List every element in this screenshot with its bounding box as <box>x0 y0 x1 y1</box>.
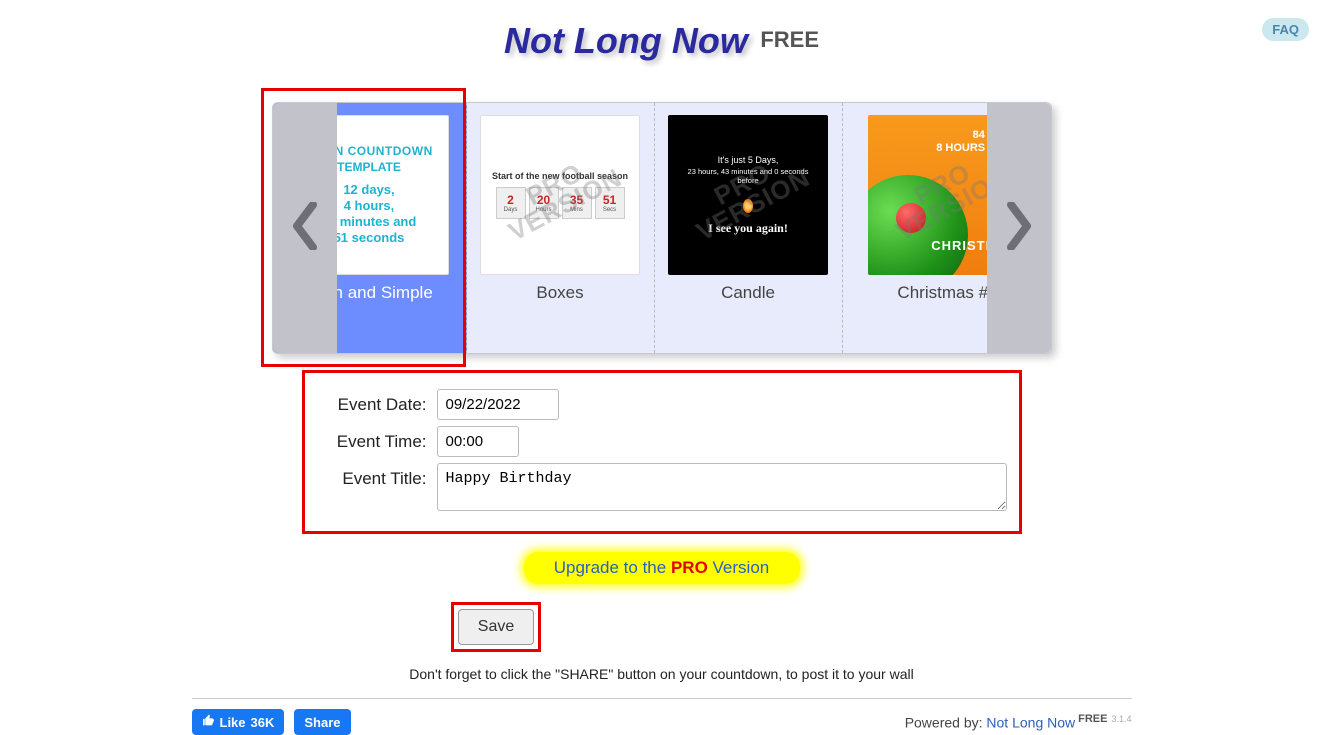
thumb-subheading: TEMPLATE <box>337 160 401 174</box>
event-title-label: Event Title: <box>317 463 427 489</box>
app-title: Not Long Now <box>504 20 748 61</box>
template-label: Boxes <box>475 283 646 303</box>
event-time-label: Event Time: <box>317 426 427 452</box>
save-highlight: Save <box>451 602 541 652</box>
event-date-input[interactable] <box>437 389 559 420</box>
template-label: Candle <box>663 283 834 303</box>
upgrade-pro-link[interactable]: Upgrade to the PRO Version <box>524 552 800 584</box>
facebook-share-button[interactable]: Share <box>294 709 350 735</box>
chevron-right-icon <box>1003 202 1035 255</box>
template-thumbnail: Start of the new football season 2Days 2… <box>480 115 640 275</box>
event-date-label: Event Date: <box>317 389 427 415</box>
facebook-like-button[interactable]: Like 36K <box>192 709 285 735</box>
page-header: Not Long Now FREE <box>0 0 1323 62</box>
thumbs-up-icon <box>202 714 215 730</box>
template-thumbnail: It's just 5 Days, 23 hours, 43 minutes a… <box>668 115 828 275</box>
template-carousel: PLAIN COUNTDOWN TEMPLATE 12 days, 4 hour… <box>272 102 1052 354</box>
carousel-next-button[interactable] <box>987 103 1051 353</box>
pro-watermark: PROVERSION <box>494 145 625 245</box>
event-time-input[interactable] <box>437 426 519 457</box>
reminder-text: Don't forget to click the "SHARE" button… <box>0 666 1323 682</box>
template-boxes[interactable]: Start of the new football season 2Days 2… <box>467 103 655 353</box>
event-form: Event Date: Event Time: Event Title: Hap… <box>302 370 1022 534</box>
carousel-prev-button[interactable] <box>273 103 337 353</box>
powered-by-link[interactable]: Not Long Now <box>986 715 1075 731</box>
chevron-left-icon <box>289 202 321 255</box>
footer: Like 36K Share Powered by: Not Long NowF… <box>192 698 1132 735</box>
faq-button[interactable]: FAQ <box>1262 18 1309 41</box>
powered-by: Powered by: Not Long NowFREE3.1.4 <box>905 713 1132 731</box>
template-candle[interactable]: It's just 5 Days, 23 hours, 43 minutes a… <box>655 103 843 353</box>
event-title-input[interactable]: Happy Birthday <box>437 463 1007 511</box>
save-button[interactable]: Save <box>458 609 534 645</box>
app-title-badge: FREE <box>760 27 819 52</box>
